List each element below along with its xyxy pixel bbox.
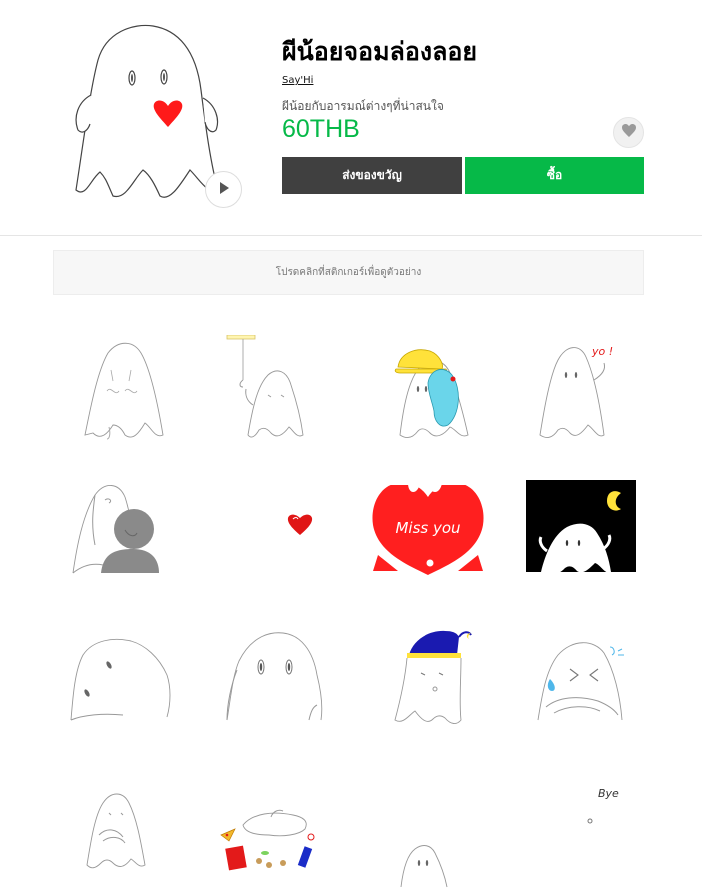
heart-icon	[621, 123, 637, 142]
sticker-ghost-hanging-lamp[interactable]	[213, 335, 333, 450]
sticker-ghost-bye[interactable]: Bye	[528, 775, 648, 890]
product-header: ผีน้อยจอมล่องลอย Say'Hi ผีน้อยกับอารมณ์ต…	[0, 0, 702, 236]
main-sticker-image	[68, 20, 228, 205]
bye-text: Bye	[598, 787, 619, 800]
author-link[interactable]: Say'Hi	[282, 75, 313, 86]
miss-you-text: Miss you	[395, 519, 460, 537]
product-title: ผีน้อยจอมล่องลอย	[282, 37, 478, 66]
sticker-ghost-closeup[interactable]	[213, 625, 333, 740]
sticker-ghost-lying-snacks[interactable]	[213, 775, 333, 890]
sticker-ghost-yo-wave[interactable]: yo !	[528, 335, 648, 450]
product-description: ผีน้อยกับอารมณ์ต่างๆที่น่าสนใจ	[282, 99, 444, 113]
sticker-ghost-peeking[interactable]	[63, 625, 183, 740]
sticker-ghost-sleep-cap[interactable]	[383, 625, 503, 740]
yo-text: yo !	[591, 345, 613, 358]
sticker-ghost-arms-folded[interactable]	[63, 775, 183, 890]
sticker-ghost-with-cap-character[interactable]	[378, 335, 498, 450]
send-gift-button[interactable]: ส่งของขวัญ	[282, 157, 462, 194]
sticker-ghost-arms-crossed-sweat[interactable]	[528, 625, 648, 740]
divider	[0, 235, 702, 236]
product-price: 60THB	[282, 115, 360, 143]
buy-button[interactable]: ซื้อ	[465, 157, 644, 194]
preview-hint-bar: โปรดคลิกที่สติกเกอร์เพื่อดูตัวอย่าง	[53, 250, 644, 295]
sticker-small-red-heart[interactable]	[213, 475, 333, 590]
play-preview-button[interactable]	[205, 171, 242, 208]
sticker-ghost-hug-gray-person[interactable]	[63, 475, 183, 590]
sticker-ghost-night-moon[interactable]	[523, 475, 643, 590]
sticker-ghost-crying[interactable]	[63, 335, 183, 450]
favorite-button[interactable]	[613, 117, 644, 148]
sticker-ghost-small-bottom[interactable]	[383, 775, 503, 890]
sticker-miss-you-heart[interactable]: Miss you	[368, 475, 488, 590]
play-icon	[216, 180, 232, 200]
